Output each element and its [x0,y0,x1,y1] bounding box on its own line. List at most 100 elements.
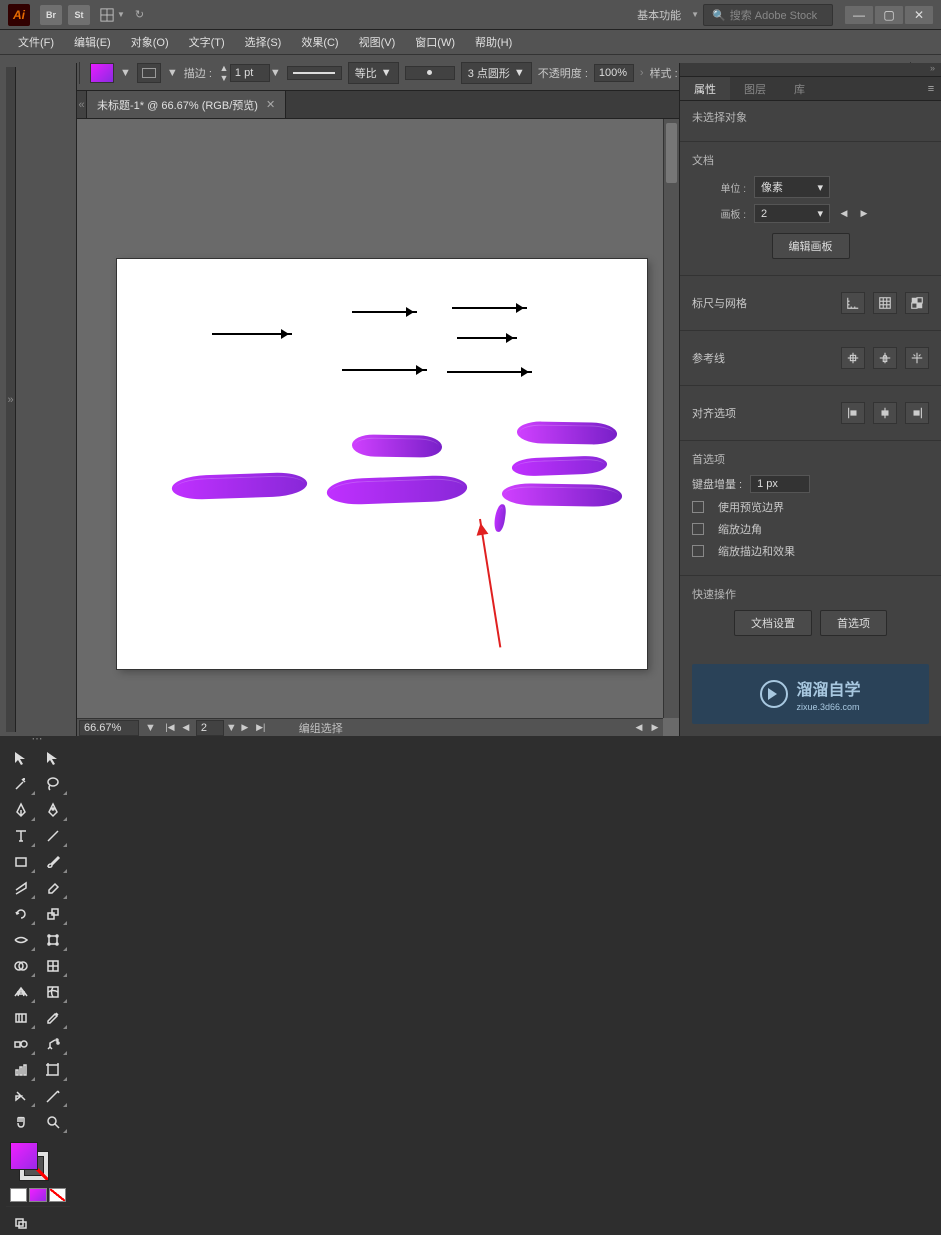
lock-guides-icon[interactable] [873,347,897,369]
menu-edit[interactable]: 编辑(E) [64,34,121,50]
tab-layers[interactable]: 图层 [730,77,780,100]
menu-file[interactable]: 文件(F) [8,34,64,50]
screen-mode-normal[interactable] [6,1211,36,1235]
style-label[interactable]: 样式 : [650,65,678,81]
fill-stroke-proxy[interactable] [10,1142,48,1180]
tab-libraries[interactable]: 库 [780,77,819,100]
stroke-weight-input[interactable] [230,64,270,82]
rotate-tool[interactable] [6,902,36,926]
scrollbar-thumb[interactable] [666,123,677,183]
mesh-tool[interactable] [38,980,68,1004]
fill-swatch[interactable] [90,63,114,83]
preview-bounds-checkbox[interactable] [692,501,704,513]
hscroll-left[interactable]: ◀ [631,721,647,735]
scale-tool[interactable] [38,902,68,926]
menu-window[interactable]: 窗口(W) [405,34,465,50]
search-stock-input[interactable]: 🔍搜索 Adobe Stock [703,4,833,26]
zoom-tool[interactable] [38,1110,68,1134]
zoom-input[interactable] [79,720,139,736]
toolbox-drag-handle[interactable] [6,732,70,742]
column-graph-tool[interactable] [6,1058,36,1082]
scale-corners-checkbox[interactable] [692,523,704,535]
width-tool[interactable] [6,928,36,952]
canvas-viewport[interactable]: ▼ |◀ ◀ ▼ ▶ ▶| 编组选择 ◀ ▶ [77,119,679,736]
prev-artboard-button[interactable]: ◀ [178,721,194,735]
minimize-button[interactable]: — [845,6,873,24]
stroke-weight-stepper[interactable]: ▲▼ ▼ [218,63,281,83]
opacity-label[interactable]: 不透明度 : [538,65,588,81]
menu-select[interactable]: 选择(S) [235,34,292,50]
stroke-type-dropdown[interactable] [287,66,342,80]
prev-artboard-arrow[interactable]: ◀ [838,208,850,219]
align-to-key-icon[interactable] [905,402,929,424]
maximize-button[interactable]: ▢ [875,6,903,24]
toolbox-expand-handle[interactable]: » [6,67,16,732]
menu-object[interactable]: 对象(O) [121,34,179,50]
close-button[interactable]: ✕ [905,6,933,24]
scale-strokes-checkbox[interactable] [692,545,704,557]
panel-menu-icon[interactable]: ≡ [921,77,941,100]
scale-corners-label[interactable]: 缩放边角 [718,521,762,537]
preferences-button[interactable]: 首选项 [820,610,887,636]
last-artboard-button[interactable]: ▶| [253,721,269,735]
type-tool[interactable] [6,824,36,848]
close-tab-icon[interactable]: ✕ [266,98,275,111]
next-artboard-arrow[interactable]: ▶ [858,208,870,219]
status-mode-label[interactable]: 编组选择 [299,720,343,736]
free-transform-tool[interactable] [38,928,68,952]
workspace-label[interactable]: 基本功能 [637,7,684,23]
paintbrush-tool[interactable] [38,850,68,874]
artboard-number-input[interactable] [196,720,224,736]
width-profile-mode[interactable]: 等比▼ [348,62,399,84]
perspective-grid-tool[interactable] [6,980,36,1004]
menu-help[interactable]: 帮助(H) [465,34,522,50]
color-mode-gradient[interactable] [29,1188,46,1202]
live-paint-bucket-tool[interactable] [38,954,68,978]
first-artboard-button[interactable]: |◀ [162,721,178,735]
gradient-tool[interactable] [6,1006,36,1030]
ruler-icon[interactable] [841,292,865,314]
document-setup-button[interactable]: 文档设置 [734,610,812,636]
transparency-grid-icon[interactable] [905,292,929,314]
hand-tool[interactable] [6,1110,36,1134]
document-tab[interactable]: 未标题-1* @ 66.67% (RGB/预览) ✕ [87,91,286,118]
color-mode-none[interactable] [49,1188,66,1202]
stroke-label[interactable]: 描边 : [184,65,212,81]
symbol-sprayer-tool[interactable] [38,1032,68,1056]
color-mode-solid[interactable] [10,1188,27,1202]
sync-icon[interactable]: ↻ [135,8,144,21]
keyboard-increment-input[interactable] [750,475,810,493]
lasso-tool[interactable] [38,772,68,796]
artboard[interactable] [117,259,647,669]
shaper-tool[interactable] [6,876,36,900]
selection-tool[interactable] [6,746,36,770]
eraser-tool[interactable] [38,876,68,900]
stroke-swatch[interactable] [137,63,161,83]
align-to-selection-icon[interactable] [873,402,897,424]
hand-tool-alt[interactable] [38,1084,68,1108]
curvature-tool[interactable] [38,798,68,822]
artboard-select[interactable]: 2▾ [754,204,830,223]
rectangle-tool[interactable] [6,850,36,874]
scale-strokes-label[interactable]: 缩放描边和效果 [718,543,795,559]
collapse-dock-button[interactable]: » [680,63,941,77]
grid-icon[interactable] [873,292,897,314]
blend-tool[interactable] [6,1032,36,1056]
menu-view[interactable]: 视图(V) [349,34,406,50]
slice-tool[interactable] [6,1084,36,1108]
shape-builder-tool[interactable] [6,954,36,978]
show-guides-icon[interactable] [841,347,865,369]
arrange-documents-icon[interactable]: ▼ [100,8,125,22]
brush-definition[interactable]: 3 点圆形▼ [461,62,532,84]
bridge-icon[interactable]: Br [40,5,62,25]
direct-selection-tool[interactable] [38,746,68,770]
vertical-scrollbar[interactable] [663,119,679,718]
next-artboard-button[interactable]: ▶ [237,721,253,735]
menu-type[interactable]: 文字(T) [179,34,235,50]
preview-bounds-label[interactable]: 使用预览边界 [718,499,784,515]
opacity-input[interactable] [594,64,634,82]
fill-color-swatch[interactable] [10,1142,38,1170]
tab-properties[interactable]: 属性 [680,77,730,100]
stock-icon[interactable]: St [68,5,90,25]
unit-select[interactable]: 像素▾ [754,176,830,198]
